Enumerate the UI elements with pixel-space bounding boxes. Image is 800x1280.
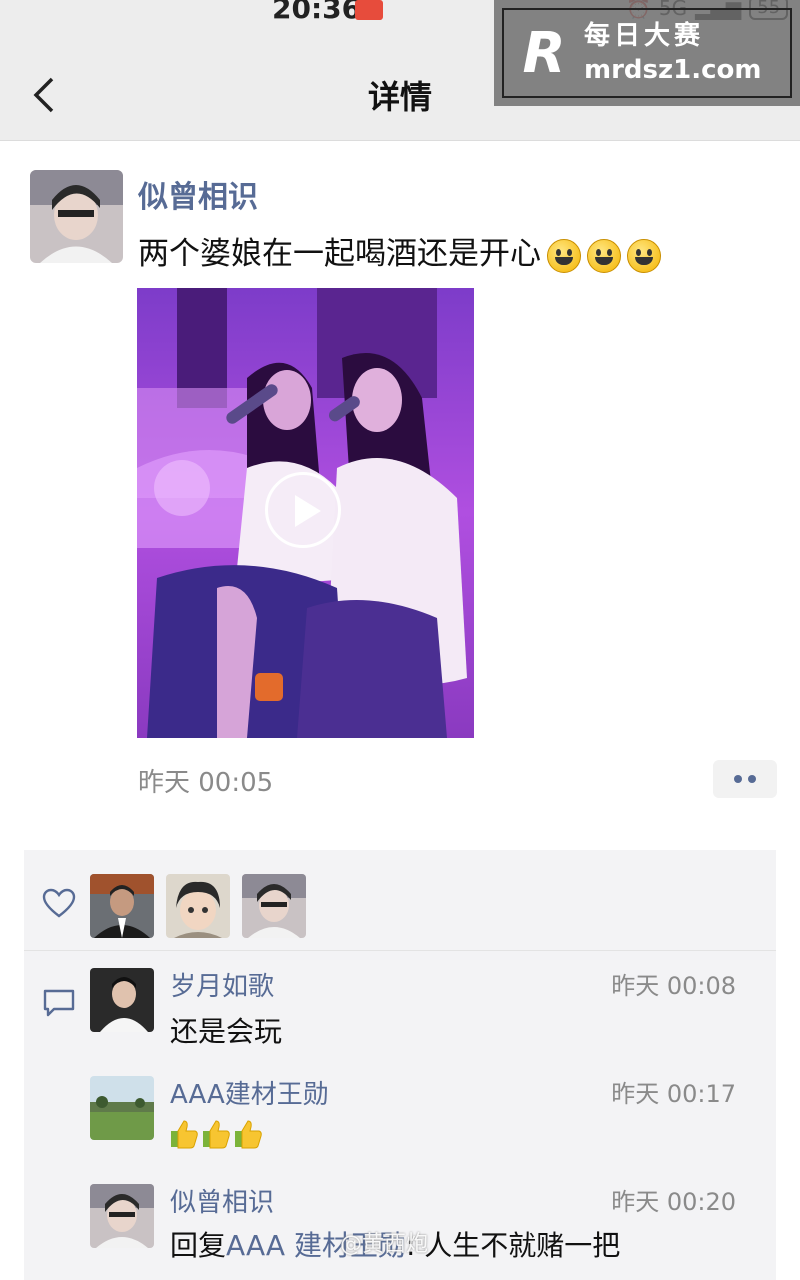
liker-avatar[interactable] (90, 874, 154, 938)
comment-author[interactable]: 岁月如歌 (170, 966, 274, 1003)
dot-icon (748, 775, 756, 783)
thumbs-up-emoji-icon (203, 1120, 230, 1149)
post-author-avatar[interactable] (30, 170, 123, 263)
play-button[interactable] (265, 472, 341, 548)
reply-text: : 人生不就赌一把 (405, 1229, 621, 1262)
reply-prefix: 回复 (170, 1229, 227, 1262)
comment-avatar[interactable] (90, 1184, 154, 1248)
thumbs-up-emoji-icon (235, 1120, 262, 1149)
post-text-content: 两个婆娘在一起喝酒还是开心 (138, 236, 541, 272)
comment-time: 昨天 00:17 (611, 1080, 736, 1108)
comment-author[interactable]: AAA建材王勋 (170, 1074, 329, 1111)
comment-text: 还是会玩 (170, 1015, 283, 1048)
comment-text (170, 1116, 266, 1149)
smile-emoji-icon (627, 238, 661, 273)
comment-author[interactable]: 似曾相识 (170, 1182, 274, 1219)
watermark-logo: R (522, 20, 566, 86)
post-timestamp: 昨天 00:05 (138, 768, 274, 798)
watermark-name: 每日大赛 (584, 21, 705, 51)
post-text: 两个婆娘在一起喝酒还是开心 (138, 228, 661, 273)
thumbs-up-emoji-icon (171, 1120, 198, 1149)
watermark: R 每日大赛 mrdsz1.com (494, 0, 800, 106)
smile-emoji-icon (547, 238, 581, 273)
video-thumbnail[interactable] (137, 288, 474, 738)
more-options-button[interactable] (713, 760, 777, 798)
comment-time: 昨天 00:20 (611, 1188, 736, 1216)
heart-icon (42, 888, 76, 918)
post-author-name[interactable]: 似曾相识 (138, 172, 258, 216)
notification-icon (355, 0, 383, 20)
comment-avatar[interactable] (90, 1076, 154, 1140)
likes-comments-panel: 岁月如歌 昨天 00:08 还是会玩 AAA建材王勋 昨天 00:17 似曾相识… (24, 850, 776, 1280)
status-time: 20:36 (272, 0, 362, 25)
liker-avatar[interactable] (242, 874, 306, 938)
comment-avatar[interactable] (90, 968, 154, 1032)
smile-emoji-icon (587, 238, 621, 273)
likes-row (24, 850, 776, 951)
watermark-url: mrdsz1.com (584, 55, 762, 85)
credit-watermark: @黄西炮 (340, 1232, 429, 1257)
comment-icon (43, 989, 75, 1017)
dot-icon (734, 775, 742, 783)
comment-time: 昨天 00:08 (611, 972, 736, 1000)
liker-avatar[interactable] (166, 874, 230, 938)
